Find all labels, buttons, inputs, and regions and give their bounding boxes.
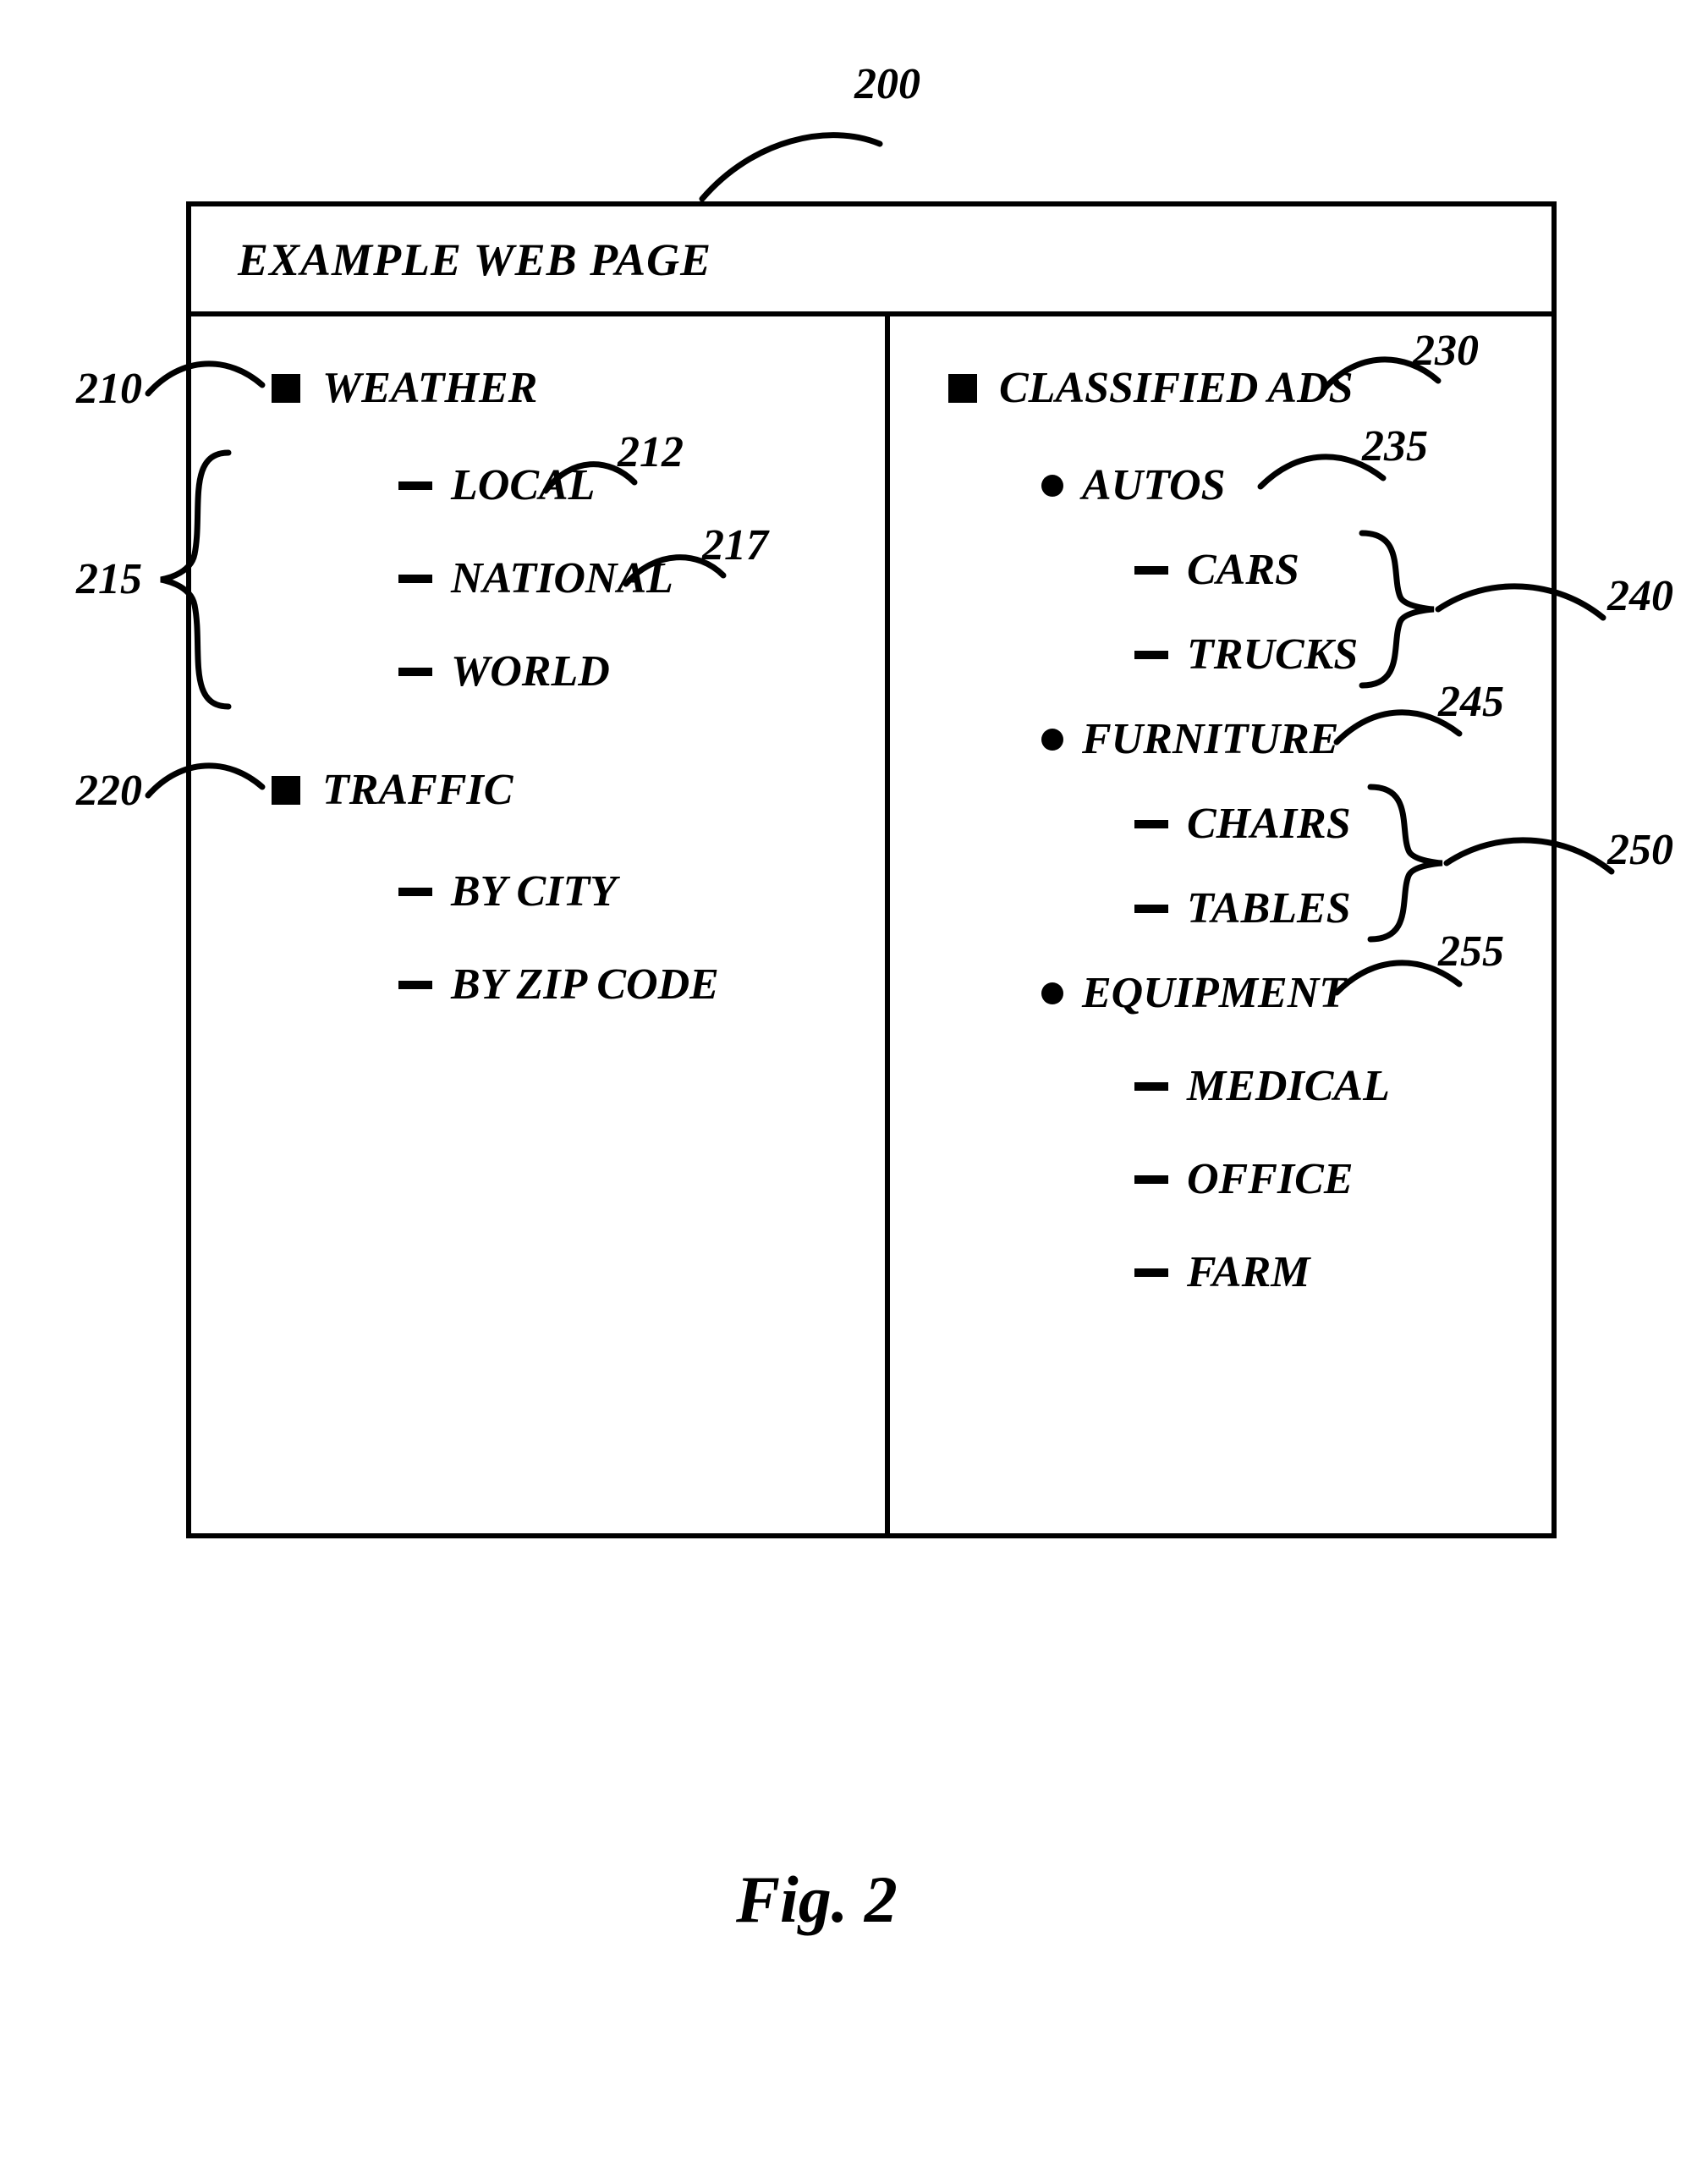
subitem-label: TABLES bbox=[1187, 883, 1351, 933]
subitem-trucks[interactable]: TRUCKS bbox=[1134, 630, 1358, 679]
dash-bullet-icon bbox=[1134, 1175, 1168, 1184]
square-bullet-icon bbox=[948, 374, 977, 403]
square-bullet-icon bbox=[272, 776, 300, 805]
subcategory-label: AUTOS bbox=[1082, 460, 1226, 510]
subitem-medical[interactable]: MEDICAL bbox=[1134, 1061, 1390, 1111]
subitem-chairs[interactable]: CHAIRS bbox=[1134, 799, 1351, 849]
subitem-world[interactable]: WORLD bbox=[398, 646, 610, 696]
subitem-label: MEDICAL bbox=[1187, 1061, 1390, 1111]
subitem-label: BY CITY bbox=[451, 866, 617, 916]
dash-bullet-icon bbox=[1134, 1268, 1168, 1277]
category-label: TRAFFIC bbox=[322, 765, 513, 815]
leader-255 bbox=[1337, 954, 1464, 1001]
dash-bullet-icon bbox=[1134, 566, 1168, 575]
ref-200: 200 bbox=[854, 59, 920, 109]
leader-230 bbox=[1324, 351, 1442, 398]
subitem-label: TRUCKS bbox=[1187, 630, 1358, 679]
dash-bullet-icon bbox=[398, 668, 432, 676]
brace-215 bbox=[161, 453, 237, 707]
leader-245 bbox=[1337, 704, 1464, 751]
subitem-by-zip[interactable]: BY ZIP CODE bbox=[398, 960, 719, 1009]
dash-bullet-icon bbox=[1134, 820, 1168, 828]
subitem-by-city[interactable]: BY CITY bbox=[398, 866, 617, 916]
dash-bullet-icon bbox=[398, 888, 432, 896]
category-weather[interactable]: WEATHER bbox=[272, 363, 537, 413]
subitem-office[interactable]: OFFICE bbox=[1134, 1154, 1354, 1204]
category-traffic[interactable]: TRAFFIC bbox=[272, 765, 513, 815]
ref-250: 250 bbox=[1607, 825, 1673, 875]
subcategory-furniture[interactable]: FURNITURE bbox=[1041, 714, 1338, 764]
brace-250 bbox=[1370, 787, 1447, 939]
dot-bullet-icon bbox=[1041, 982, 1063, 1004]
square-bullet-icon bbox=[272, 374, 300, 403]
ref-215: 215 bbox=[76, 554, 142, 604]
leader-210 bbox=[148, 351, 266, 402]
leader-235 bbox=[1260, 448, 1387, 495]
dash-bullet-icon bbox=[398, 575, 432, 583]
subitem-label: OFFICE bbox=[1187, 1154, 1354, 1204]
dash-bullet-icon bbox=[1134, 905, 1168, 913]
subcategory-equipment[interactable]: EQUIPMENT bbox=[1041, 968, 1346, 1018]
subcategory-autos[interactable]: AUTOS bbox=[1041, 460, 1226, 510]
leader-220 bbox=[148, 753, 266, 804]
leader-240 bbox=[1438, 584, 1607, 635]
leader-200 bbox=[702, 118, 905, 203]
dot-bullet-icon bbox=[1041, 729, 1063, 751]
subitem-label: FARM bbox=[1187, 1247, 1310, 1297]
leader-212 bbox=[546, 457, 639, 499]
dash-bullet-icon bbox=[398, 981, 432, 989]
figure-page: 200 EXAMPLE WEB PAGE WEATHER LOCAL NATIO… bbox=[0, 0, 1708, 2173]
subitem-label: WORLD bbox=[451, 646, 610, 696]
subcategory-label: EQUIPMENT bbox=[1082, 968, 1346, 1018]
subcategory-label: FURNITURE bbox=[1082, 714, 1338, 764]
dash-bullet-icon bbox=[398, 481, 432, 490]
category-label: WEATHER bbox=[322, 363, 537, 413]
ref-240: 240 bbox=[1607, 571, 1673, 621]
example-webpage-box: EXAMPLE WEB PAGE WEATHER LOCAL NATIONAL … bbox=[186, 201, 1557, 1538]
leader-217 bbox=[626, 550, 728, 592]
ref-210: 210 bbox=[76, 364, 142, 414]
figure-caption: Fig. 2 bbox=[736, 1862, 898, 1938]
category-label: CLASSIFIED ADS bbox=[999, 363, 1354, 413]
vertical-divider bbox=[885, 316, 890, 1533]
subitem-cars[interactable]: CARS bbox=[1134, 545, 1299, 595]
subitem-farm[interactable]: FARM bbox=[1134, 1247, 1310, 1297]
subitem-tables[interactable]: TABLES bbox=[1134, 883, 1351, 933]
brace-240 bbox=[1362, 533, 1438, 685]
leader-250 bbox=[1447, 838, 1616, 888]
subitem-label: CARS bbox=[1187, 545, 1299, 595]
dot-bullet-icon bbox=[1041, 475, 1063, 497]
subitem-label: CHAIRS bbox=[1187, 799, 1351, 849]
subitem-label: BY ZIP CODE bbox=[451, 960, 719, 1009]
header-title: EXAMPLE WEB PAGE bbox=[238, 234, 711, 286]
dash-bullet-icon bbox=[1134, 651, 1168, 659]
dash-bullet-icon bbox=[1134, 1082, 1168, 1091]
ref-220: 220 bbox=[76, 766, 142, 816]
header-bar: EXAMPLE WEB PAGE bbox=[191, 206, 1551, 316]
category-classified-ads[interactable]: CLASSIFIED ADS bbox=[948, 363, 1354, 413]
